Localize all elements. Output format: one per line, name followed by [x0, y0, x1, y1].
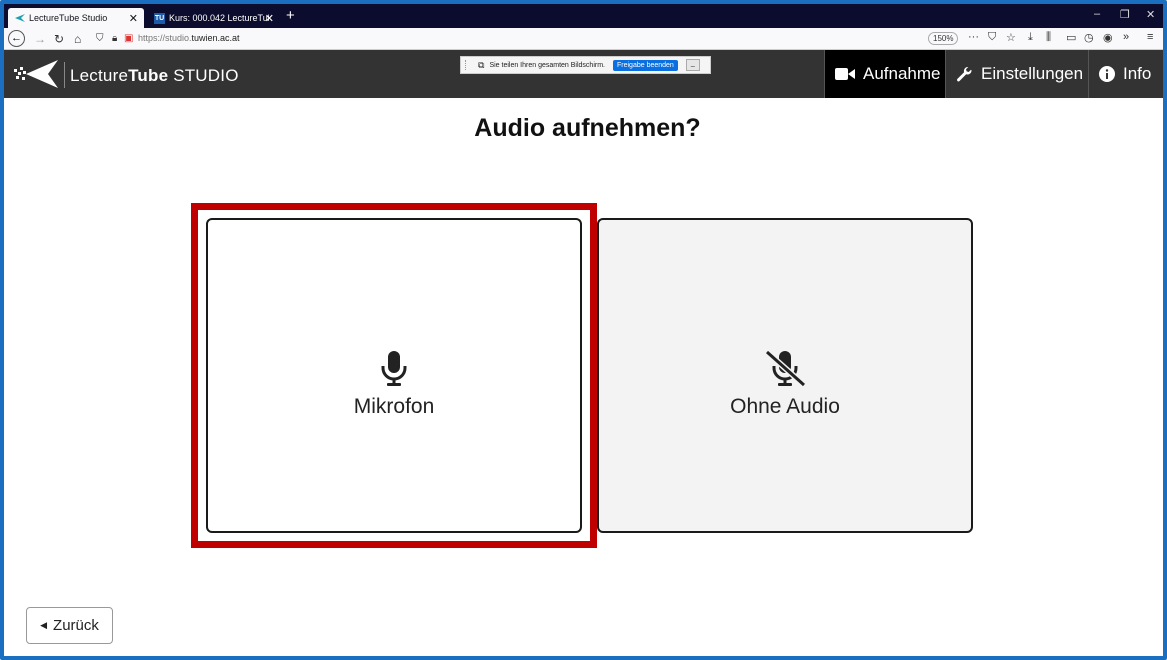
reload-icon[interactable]: ↻ — [54, 30, 64, 48]
close-window-icon[interactable]: ✕ — [1146, 8, 1155, 21]
microphone-option-label: Mikrofon — [353, 394, 435, 418]
url-prefix: https://studio. — [138, 33, 192, 43]
brand-suffix: STUDIO — [168, 66, 239, 85]
brand-bold: Tube — [128, 66, 169, 85]
browser-tab-kurs[interactable]: TU Kurs: 000.042 LectureTube Studi ✕ — [148, 8, 280, 28]
browser-tab-strip: LectureTube Studio ✕ TU Kurs: 000.042 Le… — [4, 4, 1163, 28]
nav-settings[interactable]: Einstellungen — [945, 50, 1088, 98]
minimize-notice-button[interactable]: _ — [685, 59, 700, 71]
restore-window-icon[interactable]: ❐ — [1120, 8, 1130, 21]
overflow-icon[interactable]: » — [1123, 31, 1129, 43]
share-notice-text: Sie teilen Ihren gesamten Bildschirm. — [489, 61, 605, 69]
screen-share-icon: ⧉ — [478, 59, 485, 70]
new-tab-icon[interactable]: + — [286, 7, 295, 24]
stop-sharing-button[interactable]: Freigabe beenden — [613, 59, 678, 71]
app-header: LectureTube STUDIO ⧉ Sie teilen Ihren ge… — [4, 50, 1163, 98]
browser-tab-lecturetube[interactable]: LectureTube Studio ✕ — [8, 8, 144, 28]
nav-record-label: Aufnahme — [863, 64, 941, 83]
nav-info[interactable]: Info — [1088, 50, 1163, 98]
brand-light: Lecture — [70, 66, 129, 85]
menu-icon[interactable]: ≡ — [1147, 31, 1153, 43]
more-actions-icon[interactable]: ··· — [968, 31, 979, 43]
screen-share-notice: ⧉ Sie teilen Ihren gesamten Bildschirm. … — [460, 56, 711, 74]
account-icon[interactable]: ◉ — [1103, 31, 1113, 44]
url-domain: tuwien.ac.at — [191, 33, 240, 43]
tu-favicon-icon: TU — [154, 12, 165, 24]
forward-arrow-icon[interactable]: → — [34, 30, 46, 48]
back-button-label: Zurück — [53, 617, 99, 634]
browser-navbar: ← → ↻ ⌂ ⛉ 🔒︎ ▣ https://studio.tuwien.ac.… — [4, 28, 1163, 50]
zoom-level[interactable]: 150% — [928, 32, 959, 45]
brand-name: LectureTube STUDIO — [70, 66, 239, 86]
close-tab-icon[interactable]: ✕ — [129, 12, 138, 25]
downloads-icon[interactable]: ⤓ — [1028, 31, 1033, 44]
microphone-icon — [381, 350, 407, 386]
minimize-window-icon[interactable]: – — [1094, 8, 1100, 20]
tab-label: LectureTube Studio — [29, 13, 108, 23]
tracking-shield-icon[interactable]: ⛉ — [96, 30, 104, 48]
nav-record[interactable]: Aufnahme — [824, 50, 945, 98]
library-icon[interactable]: ⫼ — [1046, 31, 1051, 44]
info-icon — [1099, 66, 1115, 82]
bookmark-star-icon[interactable]: ☆ — [1006, 31, 1016, 44]
history-icon[interactable]: ◷ — [1084, 31, 1094, 44]
close-tab-icon[interactable]: ✕ — [265, 12, 274, 25]
nav-settings-label: Einstellungen — [981, 64, 1084, 83]
no-audio-option-label: Ohne Audio — [730, 394, 840, 418]
back-arrow-icon[interactable]: ← — [8, 30, 25, 47]
no-audio-option-card[interactable]: Ohne Audio — [597, 218, 973, 533]
microphone-option-card[interactable]: Mikrofon — [206, 218, 582, 533]
drag-handle[interactable] — [465, 60, 468, 70]
wrench-icon — [956, 66, 973, 83]
logo-divider — [64, 62, 65, 88]
pocket-icon[interactable]: ⛉ — [988, 31, 996, 44]
page-title: Audio aufnehmen? — [474, 114, 701, 142]
lock-icon[interactable]: 🔒︎ — [112, 30, 117, 48]
lecturetube-logo-icon — [14, 60, 58, 88]
lecturetube-favicon-icon — [14, 13, 25, 24]
screenshot-frame: LectureTube Studio ✕ TU Kurs: 000.042 Le… — [0, 0, 1167, 660]
caret-left-icon: ◀ — [40, 620, 48, 630]
home-icon[interactable]: ⌂ — [74, 30, 81, 48]
address-bar[interactable]: https://studio.tuwien.ac.at — [138, 33, 240, 43]
tab-label: Kurs: 000.042 LectureTube Studi — [169, 13, 269, 23]
back-button[interactable]: ◀ Zurück — [26, 607, 113, 644]
microphone-slash-icon — [765, 350, 806, 387]
video-camera-icon — [835, 67, 855, 81]
nav-info-label: Info — [1123, 64, 1152, 83]
screen-share-indicator-icon[interactable]: ▣ — [124, 30, 133, 48]
sidebar-icon[interactable]: ▭ — [1066, 31, 1076, 44]
